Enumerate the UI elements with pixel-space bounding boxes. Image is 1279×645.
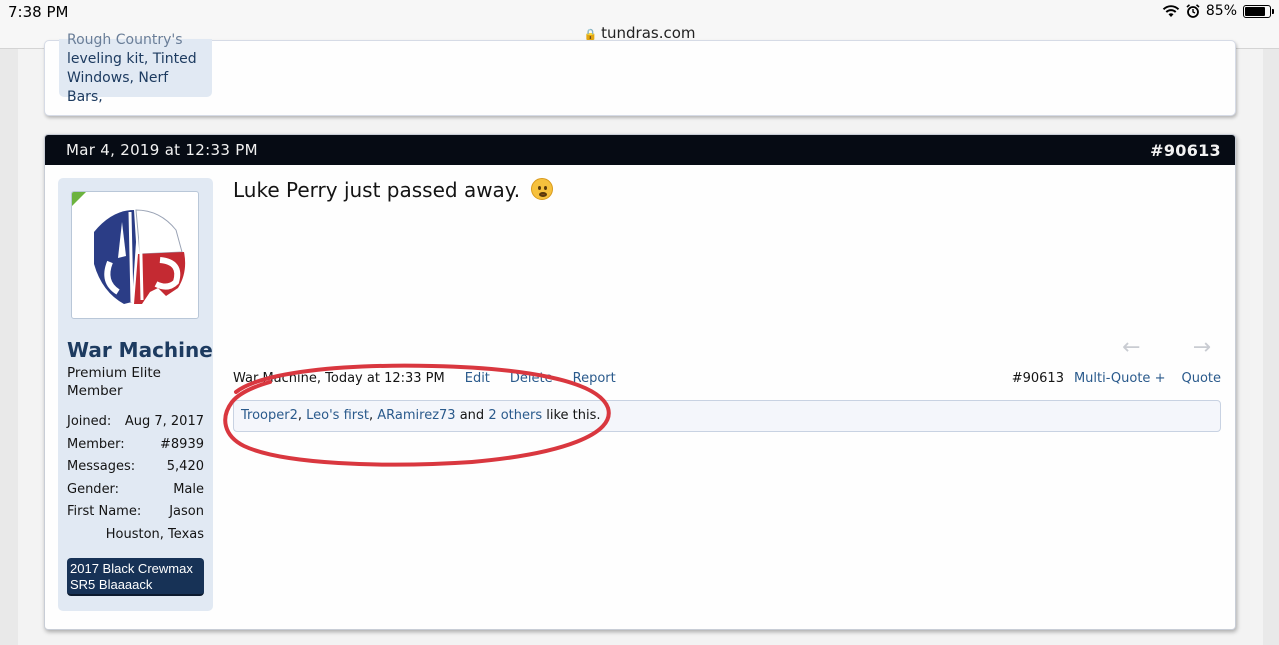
post-navigation: ← → [1122,335,1211,360]
status-time: 7:38 PM [8,3,69,21]
liker-link[interactable]: Trooper2 [241,408,298,423]
post-message: Luke Perry just passed away. [233,178,553,202]
stat-value: #8939 [160,436,204,452]
delete-link[interactable]: Delete [510,371,553,386]
arrow-right-icon[interactable]: → [1193,335,1211,360]
previous-post: Rough Country's leveling kit, Tinted Win… [44,32,1236,116]
username[interactable]: War Machine [67,338,213,362]
post-meta: War Machine, Today at 12:33 PM Edit Delete… [233,369,616,389]
sad-face-emoji-icon [530,178,553,200]
stat-member: Member: #8939 [67,434,204,457]
user-location: Houston, Texas [105,526,204,542]
stat-first-name: First Name: Jason [67,501,204,524]
likes-others-link[interactable]: 2 others [488,408,542,423]
stat-value: Jason [169,504,204,519]
stat-label: Joined: [67,414,112,429]
quote-button[interactable]: Quote [1181,371,1221,386]
likes-summary: Trooper2, Leo's first, ARamirez73 and 2 … [233,400,1221,432]
arrow-left-icon[interactable]: ← [1122,335,1140,360]
post-date: Mar 4, 2019 at 12:33 PM [66,141,258,159]
likes-and: and [455,408,489,423]
multi-quote-button[interactable]: Multi-Quote + [1074,371,1166,386]
post-author-time[interactable]: War Machine, Today at 12:33 PM [233,371,445,386]
truck-banner: 2017 Black Crewmax SR5 Blaaaack [67,558,204,596]
avatar[interactable] [71,191,199,319]
post-actions: #90613 Multi-Quote + Quote [1012,369,1221,389]
footer-post-number[interactable]: #90613 [1012,371,1064,386]
user-title: Premium Elite Member [67,365,161,399]
post-permalink[interactable]: #90613 [1150,141,1221,160]
stat-value[interactable]: 5,420 [167,456,204,479]
stat-label: Gender: [67,481,120,497]
signature-line: Rough Country's [67,32,183,48]
stat-label: Messages: [67,459,136,474]
liker-link[interactable]: ARamirez73 [377,408,455,423]
mandalorian-skull-logo-icon [94,209,186,304]
edit-link[interactable]: Edit [465,371,490,386]
stat-value: Male [173,481,204,497]
stat-joined: Joined: Aug 7, 2017 [67,411,204,434]
liker-link[interactable]: Leo's first [306,408,369,423]
forum-post: Mar 4, 2019 at 12:33 PM #90613 War Machi… [44,134,1236,630]
user-stats: Joined: Aug 7, 2017 Member: #8939 Messages… [67,411,204,546]
previous-post-user-panel: Rough Country's leveling kit, Tinted Win… [59,32,212,105]
stat-value: Aug 7, 2017 [124,414,204,429]
battery-icon [1243,4,1274,18]
likes-separator: , [297,408,307,423]
stat-label: Member: [67,436,125,452]
signature-line: leveling kit, Tinted [67,51,197,67]
stat-label: First Name: [67,504,142,519]
battery-percent: 85% [1205,3,1237,19]
alarm-icon [1186,4,1200,18]
signature-line: Windows, Nerf Bars, [67,70,169,105]
post-header: Mar 4, 2019 at 12:33 PM #90613 [45,135,1235,165]
status-indicators: 85% [1162,3,1274,19]
stat-gender: Gender: Male [67,479,204,502]
wifi-icon [1162,4,1180,17]
message-text: Luke Perry just passed away. [233,178,521,202]
report-link[interactable]: Report [573,371,616,386]
online-indicator [72,192,86,206]
stat-messages: Messages: 5,420 [67,456,204,479]
user-info-panel: War Machine Premium Elite Member Joined:… [58,178,213,611]
likes-suffix: like this. [542,408,601,423]
post-footer: War Machine, Today at 12:33 PM Edit Delete… [233,369,1221,389]
